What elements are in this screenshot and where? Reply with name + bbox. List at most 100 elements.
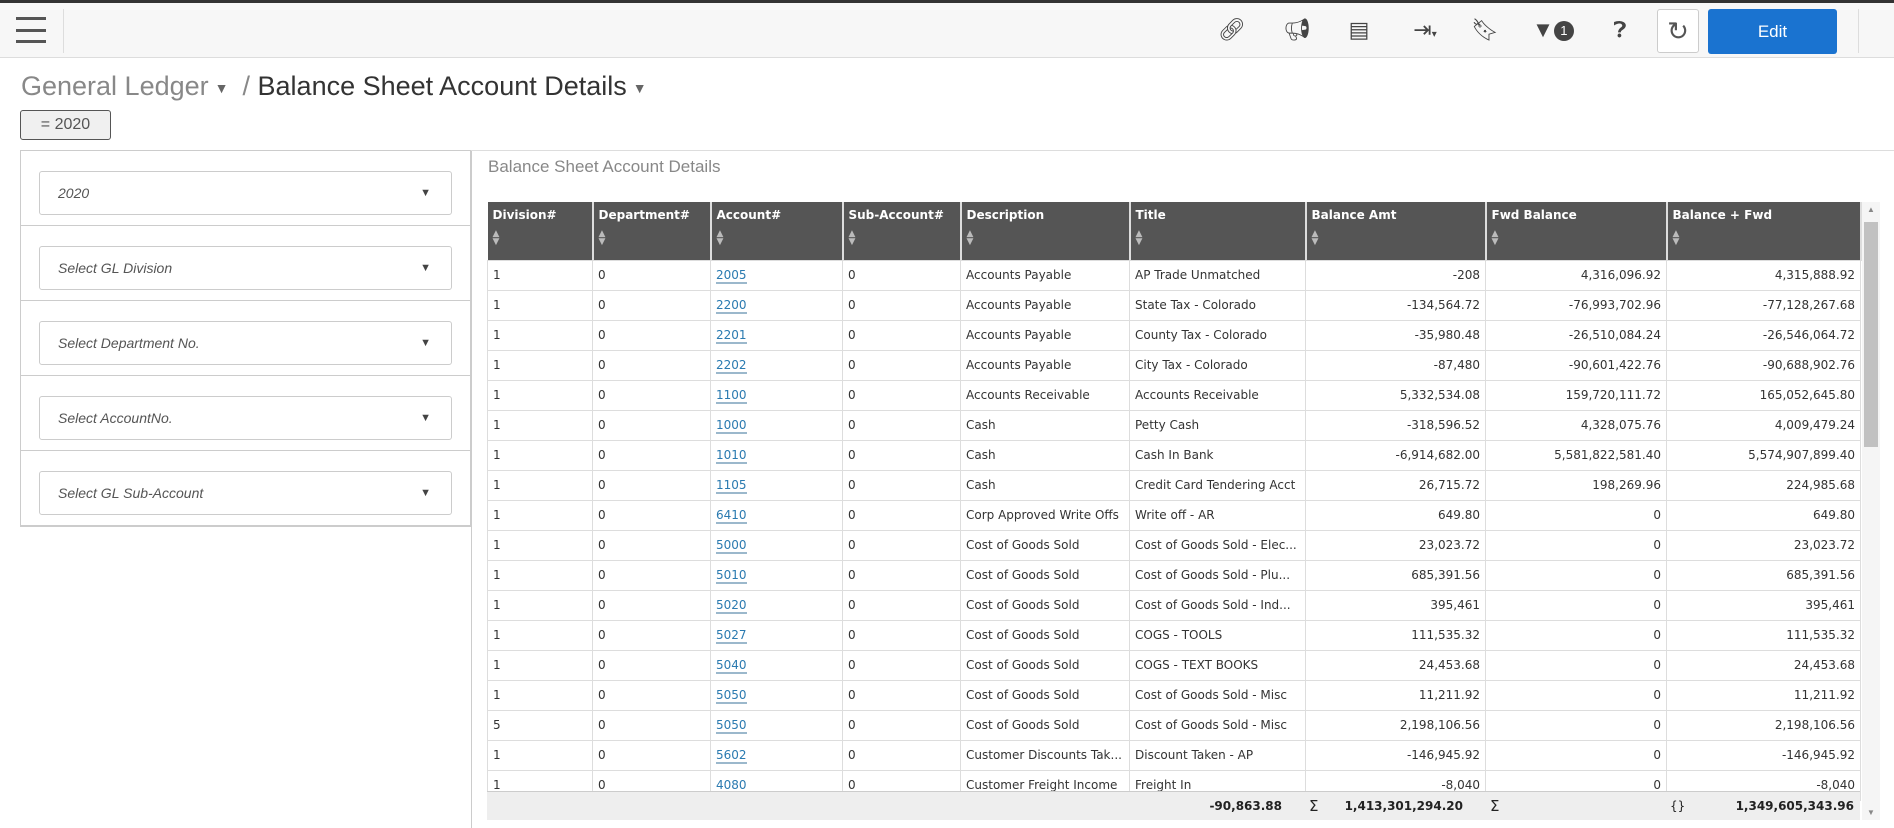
account-link[interactable]: 2202 — [716, 358, 747, 374]
table-cell: 11,211.92 — [1666, 679, 1861, 711]
table-cell: -146,945.92 — [1666, 739, 1861, 771]
filter-chip[interactable]: = 2020 — [20, 110, 111, 140]
filter-icon[interactable]: ▼ 1 — [1528, 17, 1578, 43]
column-header[interactable]: Department# ▲ ▼ — [592, 202, 712, 260]
table-cell: Customer Discounts Tak... — [960, 739, 1130, 771]
account-link[interactable]: 1105 — [716, 478, 747, 494]
table-row: 1 0 5040 0 Cost of Goods Sold COGS - TEXT BOO… — [487, 649, 1861, 681]
breadcrumb-separator: / — [242, 71, 251, 101]
table-cell: -26,546,064.72 — [1666, 319, 1861, 351]
table-cell: Cost of Goods Sold — [960, 619, 1130, 651]
caret-down-icon[interactable]: ▼ — [633, 80, 647, 96]
column-header[interactable]: Description ▲ ▼ — [960, 202, 1131, 260]
scrollbar-thumb[interactable] — [1864, 222, 1878, 447]
document-icon[interactable]: ▤ — [1344, 17, 1374, 43]
table-cell: 0 — [592, 589, 711, 621]
gl-division-dropdown[interactable]: Select GL Division ▼ — [39, 246, 452, 290]
chevron-down-icon: ▼ — [420, 262, 431, 274]
table-cell: -6,914,682.00 — [1305, 439, 1486, 471]
chevron-down-icon: ▼ — [420, 187, 431, 199]
account-link[interactable]: 5010 — [716, 568, 747, 584]
sort-icon[interactable]: ▲ ▼ — [1492, 230, 1661, 247]
account-link[interactable]: 1010 — [716, 448, 747, 464]
caret-down-icon[interactable]: ▼ — [215, 80, 229, 96]
table-cell: 5027 — [710, 619, 843, 651]
scroll-up-icon[interactable]: ▲ — [1862, 205, 1880, 214]
table-row: 1 0 2200 0 Accounts Payable State Tax - Color… — [487, 289, 1861, 321]
table-cell: 0 — [1485, 559, 1667, 591]
account-link[interactable]: 5027 — [716, 628, 747, 644]
table-row: 1 0 2202 0 Accounts Payable City Tax - Colora… — [487, 349, 1861, 381]
table-cell: 5,574,907,899.40 — [1666, 439, 1861, 471]
sort-icon[interactable]: ▲ ▼ — [1136, 230, 1300, 247]
account-link[interactable]: 2200 — [716, 298, 747, 314]
table-cell: 0 — [842, 409, 961, 441]
table-row: 1 0 2005 0 Accounts Payable AP Trade Unmatche… — [487, 259, 1861, 291]
sort-icon[interactable]: ▲ ▼ — [1673, 230, 1855, 247]
refresh-button[interactable]: ↻ — [1657, 9, 1699, 53]
table-cell: 2,198,106.56 — [1666, 709, 1861, 741]
sort-icon[interactable]: ▲ ▼ — [717, 230, 837, 247]
account-link[interactable]: 6410 — [716, 508, 747, 524]
table-cell: 0 — [592, 739, 711, 771]
table-cell: 159,720,111.72 — [1485, 379, 1667, 411]
table-cell: 6410 — [710, 499, 843, 531]
table-cell: -76,993,702.96 — [1485, 289, 1667, 321]
account-link[interactable]: 5602 — [716, 748, 747, 764]
table-cell: 1 — [487, 289, 593, 321]
table-cell: -134,564.72 — [1305, 289, 1486, 321]
account-link[interactable]: 1100 — [716, 388, 747, 404]
column-header[interactable]: Fwd Balance ▲ ▼ — [1485, 202, 1668, 260]
table-cell: 0 — [842, 709, 961, 741]
column-header[interactable]: Account# ▲ ▼ — [710, 202, 844, 260]
table-cell: AP Trade Unmatched — [1129, 259, 1306, 291]
column-header[interactable]: Division# ▲ ▼ — [487, 202, 594, 260]
sort-icon[interactable]: ▲ ▼ — [493, 230, 587, 247]
column-header[interactable]: Sub-Account# ▲ ▼ — [842, 202, 962, 260]
column-header[interactable]: Balance + Fwd ▲ ▼ — [1666, 202, 1862, 260]
account-link[interactable]: 5050 — [716, 688, 747, 704]
table-row: 1 0 5000 0 Cost of Goods Sold Cost of Goods S… — [487, 529, 1861, 561]
account-link[interactable]: 5040 — [716, 658, 747, 674]
sort-icon[interactable]: ▲ ▼ — [849, 230, 955, 247]
table-cell: 395,461 — [1305, 589, 1486, 621]
table-cell: Cost of Goods Sold — [960, 529, 1130, 561]
megaphone-icon[interactable]: 📢︎ — [1282, 17, 1312, 43]
year-dropdown[interactable]: 2020 ▼ — [39, 171, 452, 215]
table-cell: Cash In Bank — [1129, 439, 1306, 471]
sort-icon[interactable]: ▲ ▼ — [1312, 230, 1480, 247]
column-header[interactable]: Balance Amt ▲ ▼ — [1305, 202, 1487, 260]
table-cell: COGS - TEXT BOOKS — [1129, 649, 1306, 681]
scroll-down-icon[interactable]: ▼ — [1862, 808, 1880, 817]
account-dropdown[interactable]: Select AccountNo. ▼ — [39, 396, 452, 440]
sort-icon[interactable]: ▲ ▼ — [967, 230, 1124, 247]
table-cell: 1 — [487, 469, 593, 501]
table-cell: 0 — [842, 649, 961, 681]
account-link[interactable]: 5000 — [716, 538, 747, 554]
table-cell: 1 — [487, 649, 593, 681]
help-icon[interactable]: ❓︎ — [1605, 17, 1635, 43]
table-cell: -146,945.92 — [1305, 739, 1486, 771]
breadcrumb-parent[interactable]: General Ledger — [21, 71, 209, 101]
bookmark-icon[interactable]: 🔖︎ — [1470, 17, 1500, 43]
table-cell: Accounts Receivable — [1129, 379, 1306, 411]
account-link[interactable]: 1000 — [716, 418, 747, 434]
link-icon[interactable]: 🔗︎ — [1217, 17, 1247, 43]
department-dropdown[interactable]: Select Department No. ▼ — [39, 321, 452, 365]
account-link[interactable]: 5020 — [716, 598, 747, 614]
sort-icon[interactable]: ▲ ▼ — [599, 230, 705, 247]
table-cell: 0 — [842, 259, 961, 291]
export-icon[interactable]: ⇥▾ — [1405, 17, 1445, 43]
grid-scrollbar[interactable]: ▲ ▼ — [1862, 202, 1880, 820]
sub-account-dropdown[interactable]: Select GL Sub-Account ▼ — [39, 471, 452, 515]
table-cell: 111,535.32 — [1305, 619, 1486, 651]
divider — [63, 9, 64, 53]
account-link[interactable]: 5050 — [716, 718, 747, 734]
table-cell: 5602 — [710, 739, 843, 771]
column-header[interactable]: Title ▲ ▼ — [1129, 202, 1307, 260]
account-link[interactable]: 2005 — [716, 268, 747, 284]
table-row: 1 0 6410 0 Corp Approved Write Offs Write off… — [487, 499, 1861, 531]
account-link[interactable]: 2201 — [716, 328, 747, 344]
menu-icon[interactable] — [16, 17, 46, 43]
edit-button[interactable]: Edit — [1708, 9, 1837, 54]
